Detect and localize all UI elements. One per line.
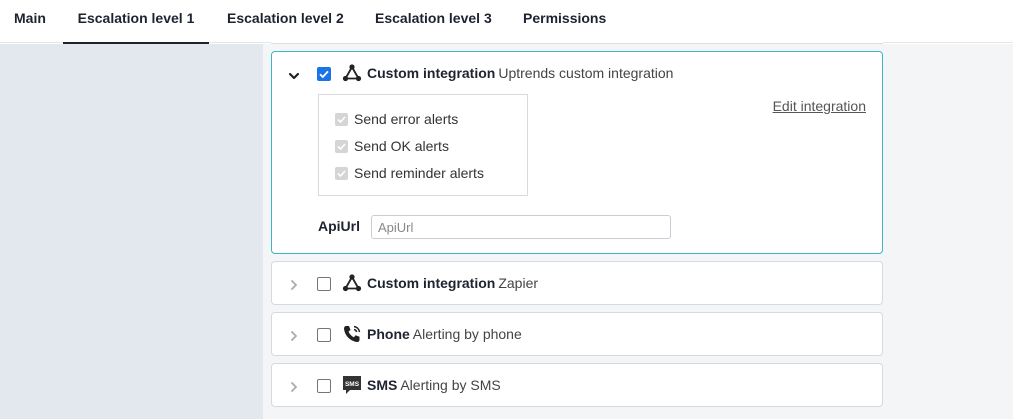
integration-checkbox[interactable] — [317, 328, 331, 342]
integration-card-phone: Phone Alerting by phone — [271, 312, 883, 356]
tab-permissions[interactable]: Permissions — [523, 0, 606, 43]
integration-name: SMS — [367, 377, 398, 393]
send-ok-alerts-checkbox[interactable] — [335, 140, 348, 153]
tab-escalation-level-1[interactable]: Escalation level 1 — [63, 0, 209, 44]
send-error-alerts-label: Send error alerts — [354, 111, 459, 127]
tab-escalation-level-3[interactable]: Escalation level 3 — [375, 0, 492, 43]
send-ok-alerts-option[interactable]: Send OK alerts — [335, 138, 449, 154]
integration-description: Zapier — [498, 275, 539, 291]
left-panel — [0, 44, 263, 419]
apiurl-label: ApiUrl — [318, 218, 360, 234]
integration-description: Uptrends custom integration — [498, 65, 674, 81]
integration-icon — [342, 274, 362, 292]
previous-card-edge — [271, 42, 883, 44]
integration-card-custom: Custom integration Uptrends custom integr… — [271, 51, 883, 254]
integration-checkbox[interactable] — [317, 379, 331, 393]
integration-name: Custom integration — [367, 65, 496, 81]
integration-card-zapier: Custom integration Zapier — [271, 261, 883, 305]
chevron-right-icon[interactable] — [287, 329, 301, 343]
integration-card-sms: SMS SMS Alerting by SMS — [271, 363, 883, 407]
apiurl-input[interactable] — [371, 215, 671, 239]
tab-escalation-level-2[interactable]: Escalation level 2 — [227, 0, 344, 43]
send-reminder-alerts-checkbox[interactable] — [335, 167, 348, 180]
send-error-alerts-checkbox[interactable] — [335, 113, 348, 126]
integration-title: Phone Alerting by phone — [367, 326, 522, 342]
integration-checkbox[interactable] — [317, 67, 331, 81]
integration-title: SMS Alerting by SMS — [367, 377, 501, 393]
send-reminder-alerts-option[interactable]: Send reminder alerts — [335, 165, 484, 181]
integration-description: Alerting by SMS — [400, 377, 501, 393]
send-reminder-alerts-label: Send reminder alerts — [354, 165, 484, 181]
send-ok-alerts-label: Send OK alerts — [354, 138, 449, 154]
phone-icon — [344, 325, 361, 342]
tab-main[interactable]: Main — [14, 0, 46, 43]
integration-title: Custom integration Uptrends custom integr… — [367, 65, 673, 81]
svg-text:SMS: SMS — [345, 381, 360, 388]
chevron-down-icon[interactable] — [287, 69, 301, 83]
send-error-alerts-option[interactable]: Send error alerts — [335, 111, 458, 127]
integration-title: Custom integration Zapier — [367, 275, 538, 291]
chevron-right-icon[interactable] — [287, 278, 301, 292]
integration-checkbox[interactable] — [317, 277, 331, 291]
integration-icon — [342, 64, 362, 82]
tab-bar: Main Escalation level 1 Escalation level… — [0, 0, 1013, 44]
sms-icon: SMS — [343, 376, 361, 394]
integration-name: Custom integration — [367, 275, 496, 291]
checkmark-icon — [319, 70, 329, 79]
edit-integration-link[interactable]: Edit integration — [773, 98, 866, 114]
chevron-right-icon[interactable] — [287, 380, 301, 394]
integration-description: Alerting by phone — [412, 326, 522, 342]
integration-name: Phone — [367, 326, 410, 342]
alert-options: Send error alerts Send OK alerts Send re… — [318, 94, 528, 196]
